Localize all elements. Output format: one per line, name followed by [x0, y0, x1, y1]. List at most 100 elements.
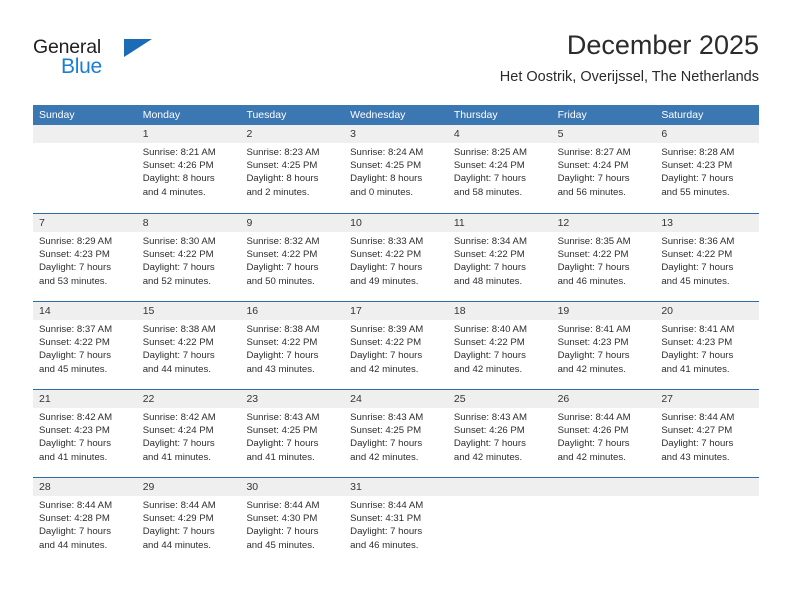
calendar-day-cell[interactable]: 31 Sunrise: 8:44 AM Sunset: 4:31 PM Dayligh…	[344, 478, 448, 565]
calendar-day-cell[interactable]: 27 Sunrise: 8:44 AM Sunset: 4:27 PM Dayligh…	[655, 390, 759, 477]
daylight-text-cont: and 49 minutes.	[350, 275, 419, 287]
calendar-week-row: 1 Sunrise: 8:21 AM Sunset: 4:26 PM Daylight…	[33, 125, 759, 213]
calendar-week-cells: 1 Sunrise: 8:21 AM Sunset: 4:26 PM Daylight…	[33, 125, 759, 213]
sunset-text: Sunset: 4:31 PM	[350, 513, 422, 525]
daylight-text: Daylight: 7 hours	[453, 262, 526, 274]
sunrise-text: Sunrise: 8:34 AM	[453, 236, 527, 247]
day-details: Sunrise: 8:43 AM Sunset: 4:25 PM Daylight:…	[350, 411, 445, 464]
day-number: 30	[246, 481, 259, 493]
sunrise-text: Sunrise: 8:38 AM	[142, 324, 216, 335]
day-details: Sunrise: 8:43 AM Sunset: 4:26 PM Daylight:…	[454, 411, 549, 464]
sunrise-text: Sunrise: 8:36 AM	[661, 236, 735, 247]
day-number: 26	[557, 393, 570, 405]
daylight-text: Daylight: 7 hours	[39, 526, 111, 538]
daylight-text: Daylight: 7 hours	[557, 350, 630, 362]
sunrise-text: Sunrise: 8:44 AM	[661, 412, 735, 423]
daylight-text: Daylight: 7 hours	[350, 262, 423, 274]
sunset-text: Sunset: 4:22 PM	[246, 337, 318, 349]
calendar-day-cell[interactable]: 9 Sunrise: 8:32 AM Sunset: 4:22 PM Daylight…	[240, 214, 344, 301]
day-number: 10	[350, 217, 362, 229]
day-number: 7	[39, 217, 45, 229]
sunrise-text: Sunrise: 8:37 AM	[39, 324, 113, 335]
sunset-text: Sunset: 4:24 PM	[142, 425, 214, 437]
daylight-text-cont: and 45 minutes.	[39, 363, 108, 375]
daylight-text-cont: and 53 minutes.	[39, 275, 108, 287]
daylight-text-cont: and 45 minutes.	[246, 539, 315, 551]
daylight-text-cont: and 44 minutes.	[39, 539, 108, 551]
daylight-text: Daylight: 8 hours	[350, 173, 423, 185]
logo-text-blue: Blue	[61, 55, 102, 78]
daylight-text: Daylight: 7 hours	[661, 438, 734, 450]
day-number: 6	[661, 128, 668, 140]
day-number: 28	[39, 481, 51, 493]
sunrise-text: Sunrise: 8:42 AM	[142, 412, 216, 423]
calendar-day-cell[interactable]: 16 Sunrise: 8:38 AM Sunset: 4:22 PM Dayligh…	[240, 302, 344, 389]
calendar-day-cell[interactable]: 3 Sunrise: 8:24 AM Sunset: 4:25 PM Daylight…	[344, 125, 448, 213]
calendar-day-cell[interactable]: 22 Sunrise: 8:42 AM Sunset: 4:24 PM Dayligh…	[137, 390, 241, 477]
calendar-day-cell[interactable]: 6 Sunrise: 8:28 AM Sunset: 4:23 PM Daylight…	[655, 125, 759, 213]
sunset-text: Sunset: 4:22 PM	[142, 249, 214, 261]
calendar-day-cell[interactable]: 15 Sunrise: 8:38 AM Sunset: 4:22 PM Dayligh…	[137, 302, 241, 389]
daylight-text-cont: and 48 minutes.	[453, 275, 523, 287]
calendar-day-cell[interactable]: 29 Sunrise: 8:44 AM Sunset: 4:29 PM Dayligh…	[137, 478, 241, 565]
calendar-day-cell[interactable]: 23 Sunrise: 8:43 AM Sunset: 4:25 PM Dayligh…	[240, 390, 344, 477]
calendar-day-cell[interactable]: 12 Sunrise: 8:35 AM Sunset: 4:22 PM Dayligh…	[552, 214, 656, 301]
daylight-text-cont: and 41 minutes.	[661, 363, 730, 375]
day-number: 22	[142, 393, 155, 405]
day-number: 27	[661, 393, 673, 405]
sunrise-text: Sunrise: 8:32 AM	[246, 236, 320, 247]
calendar-day-cell[interactable]: 30 Sunrise: 8:44 AM Sunset: 4:30 PM Dayligh…	[240, 478, 344, 565]
calendar-day-cell[interactable]: 25 Sunrise: 8:43 AM Sunset: 4:26 PM Dayligh…	[448, 390, 552, 477]
sunset-text: Sunset: 4:23 PM	[39, 425, 110, 437]
sunrise-text: Sunrise: 8:21 AM	[142, 147, 216, 158]
calendar-day-cell[interactable]: 18 Sunrise: 8:40 AM Sunset: 4:22 PM Dayligh…	[448, 302, 552, 389]
sunrise-text: Sunrise: 8:40 AM	[453, 324, 527, 335]
day-details: Sunrise: 8:33 AM Sunset: 4:22 PM Daylight:…	[350, 235, 445, 288]
daylight-text: Daylight: 8 hours	[246, 173, 319, 185]
calendar-day-cell[interactable]: 14 Sunrise: 8:37 AM Sunset: 4:22 PM Dayligh…	[33, 302, 137, 389]
calendar-day-cell[interactable]: 11 Sunrise: 8:34 AM Sunset: 4:22 PM Dayligh…	[448, 214, 552, 301]
daylight-text: Daylight: 7 hours	[246, 262, 319, 274]
sunrise-text: Sunrise: 8:43 AM	[453, 412, 527, 423]
calendar-day-cell[interactable]: 8 Sunrise: 8:30 AM Sunset: 4:22 PM Daylight…	[137, 214, 241, 301]
calendar-day-cell[interactable]: 4 Sunrise: 8:25 AM Sunset: 4:24 PM Daylight…	[448, 125, 552, 213]
calendar-day-cell[interactable]: 20 Sunrise: 8:41 AM Sunset: 4:23 PM Dayligh…	[655, 302, 759, 389]
day-number: 20	[661, 305, 673, 317]
calendar-day-cell[interactable]: 7 Sunrise: 8:29 AM Sunset: 4:23 PM Daylight…	[33, 214, 137, 301]
calendar-day-cell[interactable]: 26 Sunrise: 8:44 AM Sunset: 4:26 PM Dayligh…	[552, 390, 656, 477]
calendar-day-cell[interactable]: 13 Sunrise: 8:36 AM Sunset: 4:22 PM Dayligh…	[655, 214, 759, 301]
day-number: 29	[142, 481, 155, 493]
daylight-text: Daylight: 7 hours	[39, 350, 111, 362]
calendar-day-cell[interactable]: 17 Sunrise: 8:39 AM Sunset: 4:22 PM Dayligh…	[344, 302, 448, 389]
calendar-day-cell[interactable]: 1 Sunrise: 8:21 AM Sunset: 4:26 PM Daylight…	[137, 125, 241, 213]
calendar-day-cell[interactable]: 5 Sunrise: 8:27 AM Sunset: 4:24 PM Daylight…	[552, 125, 656, 213]
calendar-day-cell[interactable]: 2 Sunrise: 8:23 AM Sunset: 4:25 PM Daylight…	[240, 125, 344, 213]
daylight-text-cont: and 43 minutes.	[246, 363, 315, 375]
calendar-day-cell[interactable]: 24 Sunrise: 8:43 AM Sunset: 4:25 PM Dayligh…	[344, 390, 448, 477]
day-details: Sunrise: 8:30 AM Sunset: 4:22 PM Daylight:…	[143, 235, 238, 288]
sunset-text: Sunset: 4:22 PM	[661, 249, 733, 261]
day-number: 11	[453, 217, 465, 229]
sunrise-text: Sunrise: 8:44 AM	[557, 412, 631, 423]
sunrise-text: Sunrise: 8:41 AM	[661, 324, 735, 335]
daylight-text: Daylight: 7 hours	[39, 262, 111, 274]
weekday-header-wednesday: Wednesday	[350, 109, 406, 121]
calendar-day-cell[interactable]: 21 Sunrise: 8:42 AM Sunset: 4:23 PM Dayligh…	[33, 390, 137, 477]
daylight-text: Daylight: 7 hours	[453, 173, 526, 185]
day-details: Sunrise: 8:34 AM Sunset: 4:22 PM Daylight:…	[454, 235, 549, 288]
day-details: Sunrise: 8:21 AM Sunset: 4:26 PM Daylight:…	[143, 146, 238, 199]
calendar-week-cells: 7 Sunrise: 8:29 AM Sunset: 4:23 PM Daylight…	[33, 214, 759, 301]
sunrise-text: Sunrise: 8:43 AM	[350, 412, 424, 423]
calendar-day-cell[interactable]: 19 Sunrise: 8:41 AM Sunset: 4:23 PM Dayligh…	[552, 302, 656, 389]
sunrise-text: Sunrise: 8:43 AM	[246, 412, 320, 423]
day-details: Sunrise: 8:44 AM Sunset: 4:27 PM Daylight:…	[661, 411, 756, 464]
day-number: 8	[142, 217, 149, 229]
daylight-text-cont: and 46 minutes.	[557, 275, 626, 287]
sunset-text: Sunset: 4:22 PM	[246, 249, 318, 261]
day-details: Sunrise: 8:40 AM Sunset: 4:22 PM Daylight:…	[454, 323, 549, 376]
day-details: Sunrise: 8:32 AM Sunset: 4:22 PM Daylight:…	[246, 235, 341, 288]
calendar-day-cell[interactable]: 10 Sunrise: 8:33 AM Sunset: 4:22 PM Dayligh…	[344, 214, 448, 301]
calendar-week-row: 14 Sunrise: 8:37 AM Sunset: 4:22 PM Dayligh…	[33, 301, 759, 389]
calendar-day-cell[interactable]: 28 Sunrise: 8:44 AM Sunset: 4:28 PM Dayligh…	[33, 478, 137, 565]
calendar-table: Sunday Monday Tuesday Wednesday Thursday Frid…	[33, 105, 759, 565]
